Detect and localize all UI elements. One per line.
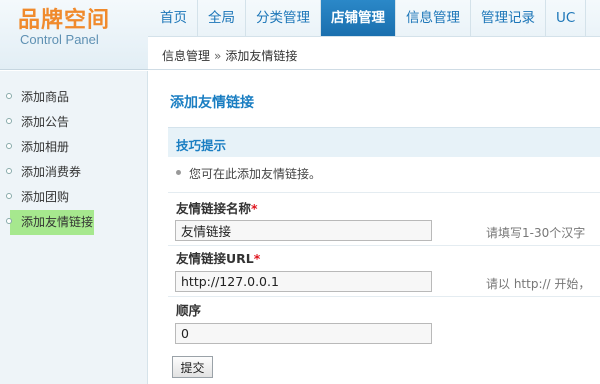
breadcrumb-parent[interactable]: 信息管理 [162, 49, 210, 63]
link-url-label-text: 友情链接URL [176, 251, 254, 266]
sidebar-item-add-album[interactable]: 添加相册 [0, 135, 148, 160]
nav-item-global[interactable]: 全局 [198, 0, 246, 36]
sidebar-item-label: 添加消费券 [21, 165, 82, 179]
tips-header: 技巧提示 [168, 127, 600, 157]
required-mark: * [251, 201, 258, 216]
link-url-hint: 请以 http:// 开始， [486, 277, 591, 291]
top-nav: 首页 全局 分类管理 店铺管理 信息管理 管理记录 UC [150, 0, 587, 36]
logo-title: 品牌空间 [18, 8, 111, 33]
bullet-icon [6, 143, 12, 149]
nav-item-info[interactable]: 信息管理 [396, 0, 471, 36]
sidebar-item-add-notice[interactable]: 添加公告 [0, 110, 148, 135]
sidebar-item-label: 添加相册 [21, 140, 70, 154]
nav-item-logs[interactable]: 管理记录 [471, 0, 546, 36]
tips-text-row: 您可在此添加友情链接。 [176, 165, 321, 182]
submit-button[interactable]: 提交 [172, 356, 213, 378]
breadcrumb-separator: » [214, 49, 222, 63]
link-name-input[interactable] [175, 220, 432, 241]
bullet-icon [6, 118, 12, 124]
breadcrumb-bar: 信息管理 » 添加友情链接 [148, 36, 600, 70]
sidebar-item-add-product[interactable]: 添加商品 [0, 85, 148, 110]
bullet-icon [6, 168, 12, 174]
header: 品牌空间 Control Panel 首页 全局 分类管理 店铺管理 信息管理 … [0, 0, 600, 70]
tips-title: 技巧提示 [176, 138, 227, 153]
sidebar-item-label: 添加商品 [21, 90, 70, 104]
sidebar-item-add-coupon[interactable]: 添加消费券 [0, 160, 148, 185]
logo[interactable]: 品牌空间 Control Panel [0, 0, 148, 70]
bullet-icon [6, 93, 12, 99]
sidebar: 添加商品 添加公告 添加相册 添加消费券 添加团购 添加友情链接 [0, 71, 148, 384]
order-label-text: 顺序 [176, 303, 202, 318]
sidebar-item-add-link[interactable]: 添加友情链接 [0, 210, 148, 235]
link-name-label: 友情链接名称* [176, 198, 258, 217]
link-name-hint: 请填写1-30个汉字 [486, 226, 586, 240]
bullet-icon [6, 218, 12, 224]
page-title: 添加友情链接 [170, 95, 254, 111]
divider [168, 245, 600, 246]
divider [168, 296, 600, 297]
sidebar-item-label: 添加友情链接 [21, 215, 94, 229]
nav-item-category[interactable]: 分类管理 [246, 0, 321, 36]
divider [168, 192, 600, 193]
order-label: 顺序 [176, 300, 201, 319]
link-url-label: 友情链接URL* [176, 248, 260, 267]
required-mark: * [253, 251, 261, 266]
bullet-icon [176, 170, 181, 175]
sidebar-item-label: 添加公告 [21, 115, 70, 129]
nav-item-uc[interactable]: UC [546, 0, 587, 36]
bullet-icon [6, 193, 12, 199]
breadcrumb-current: 添加友情链接 [225, 49, 298, 63]
logo-subtitle: Control Panel [20, 32, 99, 47]
sidebar-item-add-groupbuy[interactable]: 添加团购 [0, 185, 148, 210]
link-url-input[interactable] [175, 271, 432, 292]
nav-item-home[interactable]: 首页 [150, 0, 198, 36]
breadcrumb: 信息管理 » 添加友情链接 [162, 47, 297, 64]
sidebar-menu: 添加商品 添加公告 添加相册 添加消费券 添加团购 添加友情链接 [0, 85, 148, 235]
order-input[interactable] [175, 323, 432, 344]
link-name-label-text: 友情链接名称 [176, 201, 252, 216]
nav-item-shop[interactable]: 店铺管理 [321, 0, 396, 36]
tips-text: 您可在此添加友情链接。 [189, 167, 322, 181]
sidebar-item-label: 添加团购 [21, 190, 70, 204]
